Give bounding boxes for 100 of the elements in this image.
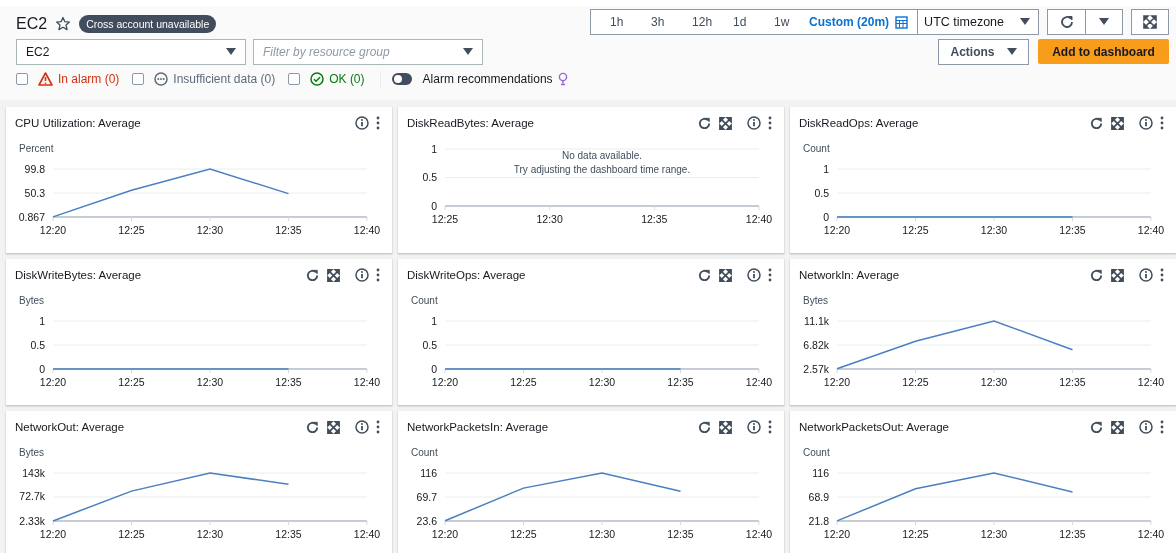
refresh-icon[interactable] — [697, 115, 712, 131]
axis-label: 12:40 — [1137, 376, 1165, 388]
axis-label: 12:40 — [353, 376, 381, 388]
widget-title: DiskReadOps: Average — [799, 117, 919, 129]
timezone-dropdown[interactable]: UTC timezone — [917, 10, 1038, 34]
refresh-icon[interactable] — [305, 267, 320, 283]
filter-label: Insufficient data (0) — [173, 72, 276, 86]
refresh-icon[interactable] — [1089, 419, 1104, 435]
axis-label: 23.6 — [416, 514, 437, 527]
axis-label: 68.9 — [808, 490, 829, 503]
expand-icon[interactable] — [1111, 420, 1124, 434]
more-options-icon[interactable] — [376, 420, 380, 434]
expand-icon[interactable] — [1111, 268, 1124, 282]
checkbox[interactable] — [132, 73, 145, 85]
widget-title: DiskWriteOps: Average — [407, 269, 526, 281]
axis-label: 0.5 — [814, 186, 829, 199]
axis-label: 11.1k — [804, 314, 829, 327]
expand-icon[interactable] — [327, 420, 340, 434]
widget-title: DiskReadBytes: Average — [407, 117, 534, 129]
widget-title: DiskWriteBytes: Average — [15, 269, 142, 281]
more-options-icon[interactable] — [1160, 268, 1164, 282]
fullscreen-icon — [1143, 15, 1157, 29]
time-range-option[interactable]: Custom (20m) — [796, 15, 896, 29]
fullscreen-button[interactable] — [1131, 9, 1169, 35]
expand-icon[interactable] — [719, 268, 732, 282]
more-options-icon[interactable] — [376, 268, 380, 282]
axis-label: 50.3 — [24, 186, 45, 199]
time-range-option[interactable]: 1h — [591, 15, 633, 29]
status-badge: Cross account unavailable — [79, 15, 217, 33]
refresh-icon[interactable] — [697, 267, 712, 283]
add-to-dashboard-button[interactable]: Add to dashboard — [1038, 39, 1169, 64]
info-icon[interactable] — [355, 116, 369, 130]
info-icon[interactable] — [1139, 420, 1153, 434]
refresh-icon[interactable] — [305, 419, 320, 435]
more-options-icon[interactable] — [768, 116, 772, 130]
axis-label: 12:35 — [275, 528, 302, 540]
more-options-icon[interactable] — [768, 420, 772, 434]
axis-title: Count — [411, 447, 438, 458]
widget-title: NetworkIn: Average — [799, 269, 900, 281]
expand-icon[interactable] — [1111, 116, 1124, 130]
calendar-icon[interactable] — [895, 15, 909, 29]
info-icon[interactable] — [747, 268, 761, 282]
check-circle-icon — [310, 72, 325, 86]
axis-label: 12:30 — [980, 224, 1008, 236]
axis-label: 12:35 — [1059, 528, 1086, 540]
more-options-icon[interactable] — [376, 116, 380, 130]
info-icon[interactable] — [747, 116, 761, 130]
axis-label: 12:30 — [588, 376, 616, 388]
axis-label: 12:40 — [1137, 224, 1165, 236]
axis-label: 0 — [431, 199, 437, 212]
more-options-icon[interactable] — [768, 268, 772, 282]
time-range-option[interactable]: 3h — [632, 15, 674, 29]
dropdown-button[interactable] — [1085, 10, 1122, 34]
refresh-icon[interactable] — [1089, 267, 1104, 283]
info-icon[interactable] — [1139, 116, 1153, 130]
checkbox[interactable] — [16, 73, 28, 85]
checkbox[interactable] — [288, 73, 301, 85]
info-icon[interactable] — [355, 268, 369, 282]
refresh-icon[interactable] — [1089, 115, 1104, 131]
info-icon[interactable] — [1139, 268, 1153, 282]
service-select[interactable]: EC2 — [16, 39, 246, 65]
more-options-icon[interactable] — [1160, 116, 1164, 130]
refresh-button[interactable] — [1048, 10, 1085, 34]
time-range-option[interactable]: 12h — [673, 15, 715, 29]
axis-label: 12:25 — [118, 528, 145, 540]
expand-icon[interactable] — [327, 268, 340, 282]
expand-icon[interactable] — [719, 420, 732, 434]
axis-label: 12:40 — [745, 528, 773, 540]
info-icon[interactable] — [747, 420, 761, 434]
star-icon[interactable] — [55, 16, 72, 32]
toggle-switch[interactable] — [391, 73, 412, 85]
axis-label: 0 — [431, 362, 437, 375]
axis-label: 12:20 — [823, 224, 851, 236]
axis-label: 12:30 — [196, 224, 224, 236]
axis-label: 12:35 — [667, 376, 694, 388]
axis-label: 12:25 — [118, 224, 145, 236]
axis-label: 0.5 — [422, 171, 437, 183]
axis-label: 12:30 — [588, 528, 616, 540]
toggle-label: Alarm recommendations — [422, 72, 553, 86]
time-range-option[interactable]: 1d — [714, 15, 756, 29]
more-options-icon[interactable] — [1160, 420, 1164, 434]
axis-label: 6.82k — [803, 338, 829, 351]
axis-label: 12:25 — [510, 528, 537, 540]
filter-label: OK (0) — [329, 72, 365, 86]
axis-label: 12:40 — [353, 224, 381, 236]
axis-label: 12:20 — [431, 376, 459, 388]
axis-label: 12:20 — [39, 376, 67, 388]
time-range-option[interactable]: 1w — [755, 15, 797, 29]
expand-icon[interactable] — [719, 116, 732, 130]
axis-label: 2.57k — [803, 362, 829, 375]
actions-button[interactable]: Actions — [938, 39, 1029, 65]
axis-label: 0.5 — [422, 338, 437, 351]
axis-title: Bytes — [19, 447, 44, 458]
refresh-icon[interactable] — [697, 419, 712, 435]
info-icon[interactable] — [355, 420, 369, 434]
axis-label: 0 — [823, 210, 829, 223]
ellipsis-circle-icon — [154, 72, 169, 86]
caret-icon — [463, 48, 473, 56]
page-title: EC2 — [16, 15, 48, 33]
axis-label: 99.8 — [24, 162, 45, 175]
